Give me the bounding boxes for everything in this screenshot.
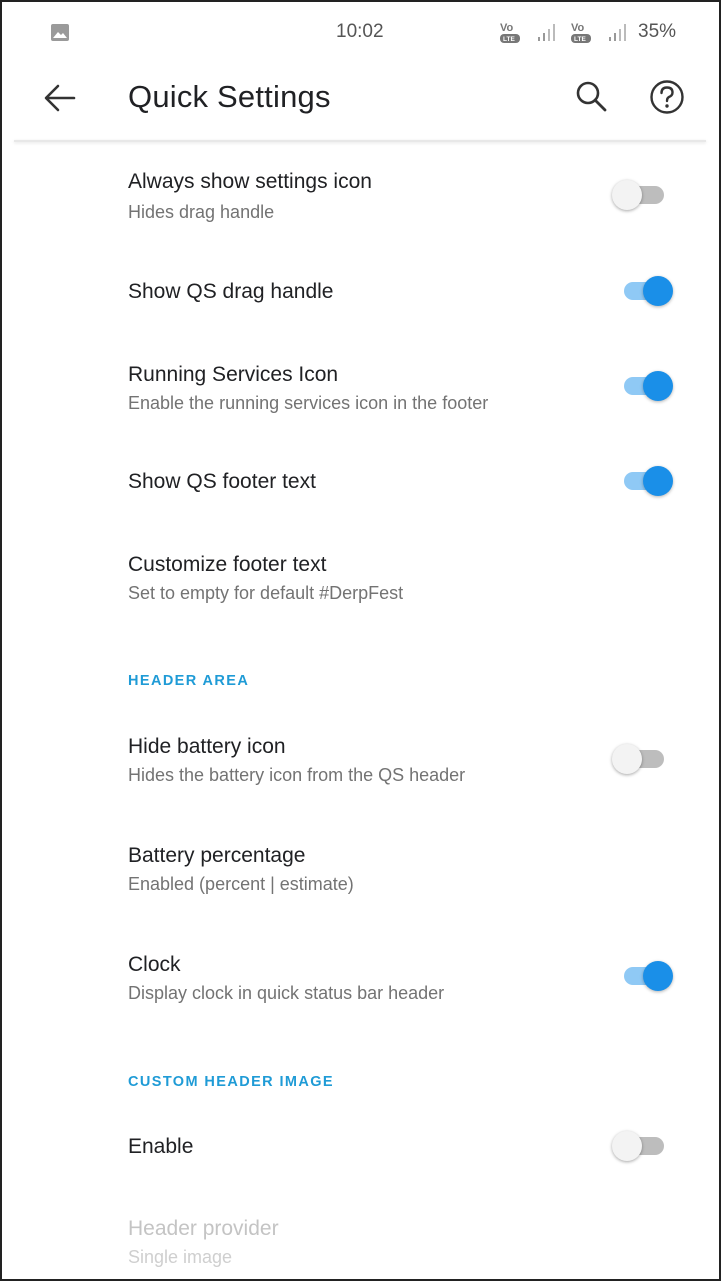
pref-summary: Enabled (percent | estimate) xyxy=(128,874,354,894)
status-bar: 10:02 Vo LTE Vo LTE 35% xyxy=(0,0,721,64)
search-icon xyxy=(576,81,607,112)
battery-percent: 35% xyxy=(638,21,677,42)
pref-summary: Enable the running services icon in the … xyxy=(128,393,489,413)
pref-show-qs-footer-text[interactable]: Show QS footer text xyxy=(0,450,721,514)
svg-text:LTE: LTE xyxy=(574,36,586,43)
pref-running-services-icon[interactable]: Running Services Icon Enable the running… xyxy=(0,350,721,430)
section-header-area: HEADER AREA xyxy=(128,673,250,689)
pref-battery-percentage[interactable]: Battery percentage Enabled (percent | es… xyxy=(0,830,721,910)
toolbar: Quick Settings xyxy=(0,64,721,140)
svg-text:Vo: Vo xyxy=(571,22,585,34)
pref-title: Battery percentage xyxy=(128,844,306,867)
toggle-switch[interactable] xyxy=(612,271,678,311)
pref-clock[interactable]: Clock Display clock in quick status bar … xyxy=(0,940,721,1020)
pref-title: Hide battery icon xyxy=(128,735,286,758)
toggle-switch[interactable] xyxy=(612,956,678,996)
pref-enable-custom-header[interactable]: Enable xyxy=(0,1115,721,1179)
toggle-switch[interactable] xyxy=(612,1126,678,1166)
pref-title: Header provider xyxy=(128,1217,279,1240)
pref-customize-footer-text[interactable]: Customize footer text Set to empty for d… xyxy=(0,540,721,620)
status-time: 10:02 xyxy=(336,21,384,42)
pref-title: Customize footer text xyxy=(128,553,327,576)
pref-always-show-settings-icon[interactable]: Always show settings icon Hides drag han… xyxy=(0,160,721,240)
pref-summary: Display clock in quick status bar header xyxy=(128,983,445,1003)
volte-icon: Vo LTE xyxy=(497,19,523,45)
svg-text:Vo: Vo xyxy=(500,22,514,34)
pref-title: Show QS footer text xyxy=(128,470,316,493)
pref-title: Always show settings icon xyxy=(128,170,372,193)
toggle-switch[interactable] xyxy=(612,461,678,501)
gallery-icon xyxy=(51,24,69,41)
pref-title: Clock xyxy=(128,953,181,976)
pref-summary: Hides the battery icon from the QS heade… xyxy=(128,765,466,785)
pref-title: Enable xyxy=(128,1135,194,1158)
toggle-switch[interactable] xyxy=(612,175,678,215)
pref-hide-battery-icon[interactable]: Hide battery icon Hides the battery icon… xyxy=(0,720,721,800)
help-icon xyxy=(650,80,684,114)
arrow-back-icon xyxy=(44,84,76,112)
pref-header-provider: Header provider Single image xyxy=(0,1205,721,1281)
search-button[interactable] xyxy=(573,79,609,115)
pref-title: Running Services Icon xyxy=(128,363,339,386)
pref-summary: Hides drag handle xyxy=(128,202,275,222)
section-custom-header-image: CUSTOM HEADER IMAGE xyxy=(128,1074,334,1090)
signal-icon xyxy=(608,22,626,42)
toggle-switch[interactable] xyxy=(612,366,678,406)
back-button[interactable] xyxy=(40,80,80,116)
toolbar-divider xyxy=(14,140,706,142)
pref-summary: Single image xyxy=(128,1247,233,1267)
pref-show-qs-drag-handle[interactable]: Show QS drag handle xyxy=(0,260,721,324)
page-title: Quick Settings xyxy=(128,79,331,114)
pref-title: Show QS drag handle xyxy=(128,280,334,303)
help-button[interactable] xyxy=(648,78,686,116)
volte-icon: Vo LTE xyxy=(568,19,594,45)
pref-summary: Set to empty for default #DerpFest xyxy=(128,583,404,603)
signal-icon xyxy=(537,22,555,42)
svg-text:LTE: LTE xyxy=(503,36,515,43)
toggle-switch[interactable] xyxy=(612,739,678,779)
